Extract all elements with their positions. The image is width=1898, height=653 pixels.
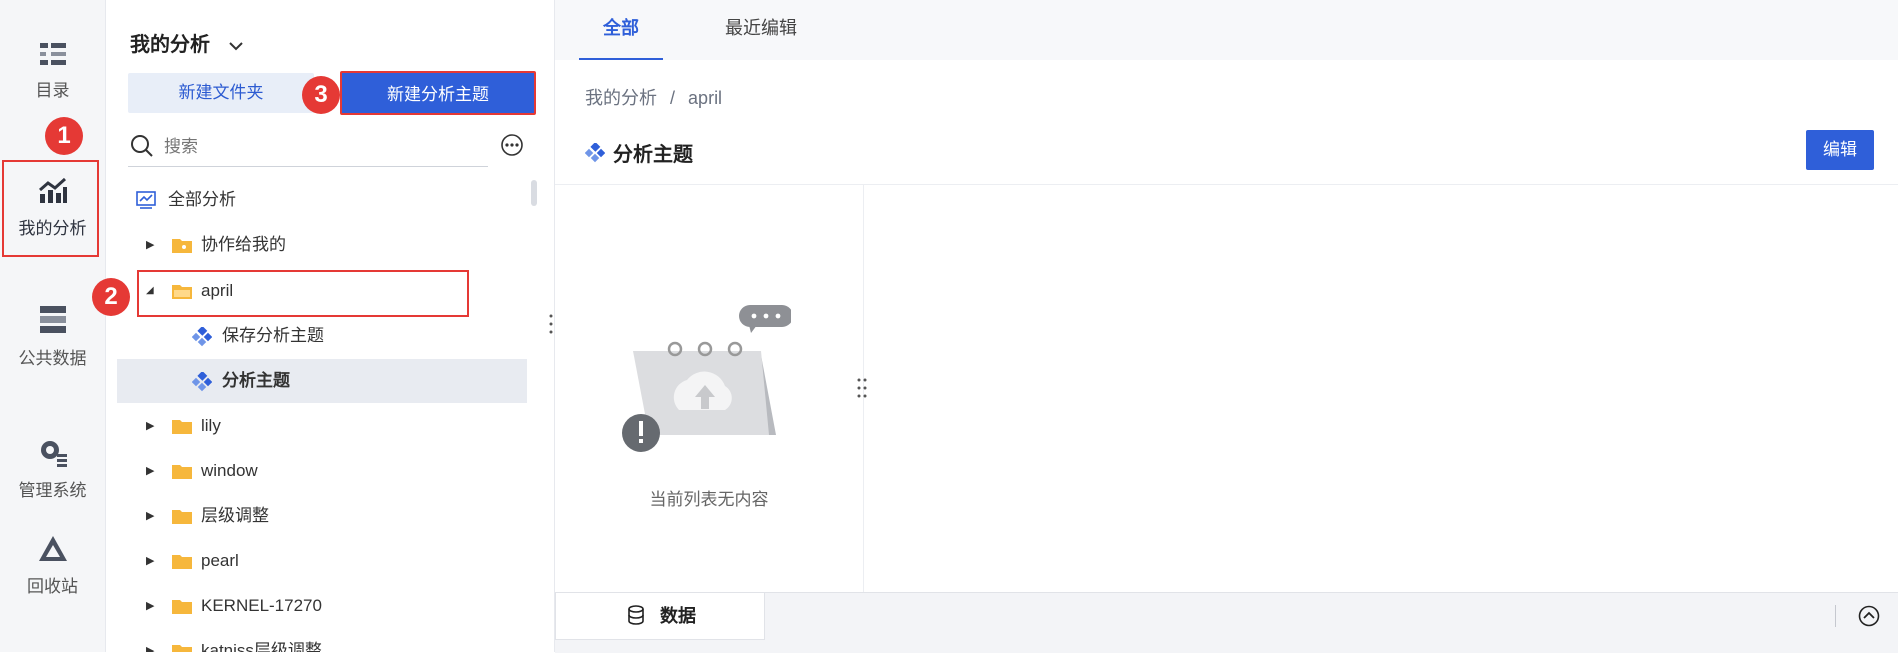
bottom-divider	[1835, 605, 1836, 627]
empty-list-pane: 当前列表无内容	[555, 185, 864, 592]
rail-item-catalog[interactable]: 目录	[0, 40, 105, 101]
tree-item-katniss[interactable]: ▶ katniss层级调整	[116, 629, 526, 652]
folder-icon	[172, 645, 192, 652]
left-nav-rail: 目录 我的分析 公共数据 管理系统 回收站 1	[0, 0, 106, 652]
folder-icon	[172, 465, 192, 479]
database-icon	[628, 605, 644, 625]
caret-right-icon: ▶	[146, 645, 155, 652]
tree-item-shared-with-me[interactable]: ▶ 协作给我的	[116, 223, 526, 267]
tree-item-level-adjust[interactable]: ▶ 层级调整	[116, 494, 526, 538]
caret-right-icon: ▶	[146, 510, 155, 522]
tree-item-lily[interactable]: ▶ lily	[116, 404, 526, 448]
rail-label-catalog: 目录	[35, 81, 70, 100]
tree-item-label: 分析主题	[222, 371, 290, 390]
new-folder-button[interactable]: 新建文件夹	[128, 73, 314, 113]
tree-item-label: 协作给我的	[201, 235, 286, 254]
tree-item-analysis-topic[interactable]: 分析主题	[117, 359, 527, 403]
topic-diamond-icon	[192, 372, 212, 392]
breadcrumb-separator: /	[670, 88, 676, 108]
content-panel: 我的分析 / april 分析主题 编辑 当前列表无内容	[555, 60, 1898, 592]
tree-item-label: 全部分析	[168, 190, 236, 209]
catalog-icon	[39, 43, 66, 65]
tree-title-text: 我的分析	[130, 34, 210, 56]
rail-label-trash: 回收站	[27, 577, 78, 596]
data-tab[interactable]: 数据	[555, 593, 765, 640]
highlight-box-rail	[2, 160, 99, 257]
step-marker-1: 1	[45, 117, 83, 155]
search-box	[128, 128, 488, 167]
tree-item-label: window	[201, 461, 258, 480]
topic-diamond-icon	[192, 327, 212, 347]
page-title-text: 分析主题	[613, 144, 693, 166]
folder-open-icon	[172, 285, 192, 299]
empty-calendar-illustration	[622, 305, 791, 452]
step-marker-3: 3	[302, 76, 340, 114]
rail-item-public-data[interactable]: 公共数据	[0, 304, 105, 369]
page-title: 分析主题	[584, 138, 693, 167]
new-analysis-topic-button[interactable]: 新建分析主题	[340, 71, 536, 115]
caret-right-icon: ▶	[146, 465, 155, 477]
more-options-icon[interactable]	[500, 133, 524, 157]
caret-right-icon: ▶	[146, 555, 155, 567]
search-input[interactable]	[162, 132, 466, 162]
main-area: 全部 最近编辑 我的分析 / april 分析主题 编辑 当前列表无内容 数据	[555, 0, 1898, 653]
tree-item-label: katniss层级调整	[201, 641, 322, 652]
folder-icon	[172, 420, 192, 434]
empty-state-text: 当前列表无内容	[649, 490, 769, 509]
gear-icon	[40, 441, 67, 467]
tree-item-pearl[interactable]: ▶ pearl	[116, 539, 526, 583]
tree-item-label: april	[201, 281, 234, 300]
bottom-bar: 数据	[555, 592, 1898, 653]
edit-button[interactable]: 编辑	[1806, 130, 1874, 170]
tree-scrollbar[interactable]	[531, 180, 537, 206]
caret-down-icon: ◢	[146, 285, 154, 296]
breadcrumb: 我的分析 / april	[585, 84, 722, 110]
caret-right-icon: ▶	[146, 600, 155, 612]
tree-item-label: 层级调整	[201, 506, 269, 525]
tree-item-all-analysis[interactable]: 全部分析	[116, 178, 526, 222]
chevron-down-icon	[228, 42, 243, 51]
caret-right-icon: ▶	[146, 239, 155, 251]
tab-recent-edit[interactable]: 最近编辑	[711, 0, 811, 58]
search-icon	[131, 135, 153, 157]
tree-item-window[interactable]: ▶ window	[116, 449, 526, 493]
tree-item-april[interactable]: ◢ april	[116, 269, 526, 313]
tree-item-label: lily	[201, 416, 221, 435]
recycle-icon	[38, 536, 67, 561]
tree-item-saved-topic[interactable]: 保存分析主题	[116, 314, 526, 358]
data-tab-label: 数据	[660, 606, 696, 626]
topic-diamond-icon	[584, 141, 606, 163]
folder-icon	[172, 555, 192, 569]
collapse-up-icon[interactable]	[1858, 605, 1880, 627]
breadcrumb-root[interactable]: 我的分析	[585, 88, 657, 108]
tree-panel: 我的分析 新建文件夹 3 新建分析主题 全部分析 ▶ 协作给我的 2 ◢ apr…	[92, 0, 555, 652]
tab-all[interactable]: 全部	[579, 0, 663, 61]
rail-item-my-analysis[interactable]: 我的分析	[0, 158, 105, 262]
folder-icon	[172, 510, 192, 524]
rail-label-public-data: 公共数据	[18, 349, 87, 368]
analysis-icon	[136, 191, 156, 209]
tree-title[interactable]: 我的分析	[130, 28, 244, 57]
breadcrumb-current: april	[688, 88, 723, 108]
caret-right-icon: ▶	[146, 420, 155, 432]
shared-folder-icon	[172, 239, 192, 253]
rail-item-trash[interactable]: 回收站	[0, 534, 105, 597]
tree-item-label: KERNEL-17270	[201, 596, 322, 615]
tree-item-label: 保存分析主题	[222, 326, 324, 345]
rail-item-admin[interactable]: 管理系统	[0, 436, 105, 501]
pane-resize-handle[interactable]	[856, 377, 868, 399]
public-data-icon	[39, 306, 66, 333]
folder-icon	[172, 600, 192, 614]
tab-bar: 全部 最近编辑	[555, 0, 1898, 61]
tree-item-kernel[interactable]: ▶ KERNEL-17270	[116, 584, 526, 628]
tree-item-label: pearl	[201, 551, 239, 570]
rail-label-admin: 管理系统	[18, 481, 87, 500]
